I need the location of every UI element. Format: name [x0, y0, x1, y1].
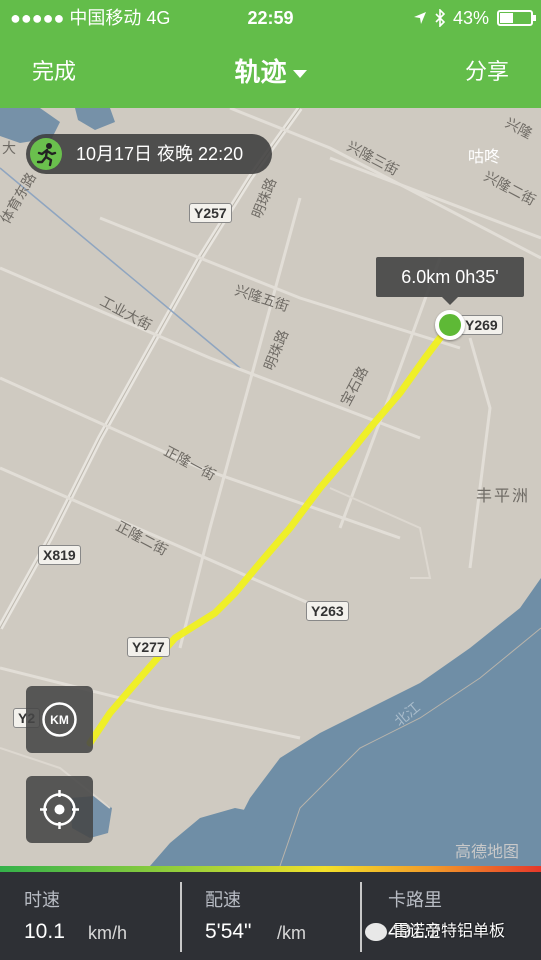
river-beijiang	[215, 578, 541, 866]
river-beijiang-2	[150, 808, 260, 866]
track-title-dropdown[interactable]: 轨迹	[0, 56, 541, 88]
share-button[interactable]: 分享	[465, 58, 509, 86]
km-marker-icon: KM	[42, 702, 77, 737]
chevron-down-icon	[292, 70, 307, 79]
end-point-marker[interactable]	[435, 310, 465, 340]
workout-date-time: 10月17日 夜晚 22:20	[76, 144, 244, 164]
road-shield-y257: Y257	[189, 203, 232, 223]
stat-pace-unit: /km	[277, 923, 306, 943]
road-gongye	[0, 266, 421, 440]
stat-calories: 卡路里 491.2	[388, 872, 538, 960]
km-button-label: KM	[50, 713, 69, 727]
km-markers-button[interactable]: KM	[26, 686, 93, 753]
stat-calories-label: 卡路里	[388, 890, 442, 910]
status-right: 43%	[413, 7, 536, 29]
map-label-fengpingzhou: 丰平洲	[476, 488, 531, 505]
map-label-da: 大	[2, 140, 16, 156]
stat-speed: 时速 10.1 km/h	[24, 872, 174, 960]
crosshair-icon	[40, 790, 79, 829]
stat-divider	[360, 882, 362, 952]
road-east	[468, 337, 492, 569]
map-view[interactable]: 大 体育东路 兴隆三街 兴隆 兴隆二街 咕咚 明珠路 兴隆五街 明珠路 工业大街…	[0, 108, 541, 866]
map-label-gudong: 咕咚	[468, 149, 501, 166]
road-shield-y269: Y269	[460, 315, 503, 335]
road-local-a	[329, 487, 432, 579]
running-icon	[30, 138, 62, 170]
stat-speed-unit: km/h	[88, 923, 128, 943]
nav-title-text: 轨迹	[234, 57, 287, 87]
road-shield-x819: X819	[38, 545, 81, 565]
bluetooth-icon	[435, 9, 445, 27]
location-arrow-icon	[413, 12, 426, 24]
locate-button[interactable]	[26, 776, 93, 843]
battery-level-fill	[500, 13, 513, 23]
stat-speed-label: 时速	[24, 890, 60, 910]
map-label-amap: 高德地图	[455, 844, 520, 861]
battery-percent: 43%	[452, 8, 489, 28]
wechat-watermark: 雷诺帝特铝单板	[365, 918, 541, 946]
battery-icon	[497, 10, 536, 26]
stat-pace: 配速 5'54" /km	[205, 872, 355, 960]
stat-pace-label: 配速	[205, 890, 241, 910]
stat-divider	[180, 882, 182, 952]
stat-speed-value: 10.1	[24, 920, 65, 943]
stat-pace-value: 5'54"	[205, 920, 252, 943]
road-bluish	[0, 167, 241, 369]
road-shield-y263: Y263	[306, 601, 349, 621]
status-bar: ●●●●● 中国移动 4G 22:59 43%	[0, 0, 541, 36]
nav-bar: 完成 轨迹 分享	[0, 40, 541, 106]
road-shield-y277: Y277	[127, 637, 170, 657]
lake-top-2	[75, 108, 115, 130]
wechat-icon	[365, 922, 387, 941]
end-point-tooltip: 6.0km 0h35'	[376, 257, 524, 305]
stats-panel: 时速 10.1 km/h 配速 5'54" /km 卡路里 491.2	[0, 872, 541, 960]
workout-date-pill: 10月17日 夜晚 22:20	[26, 134, 272, 174]
app-header: ●●●●● 中国移动 4G 22:59 43% 完成 轨迹 分享	[0, 0, 541, 108]
watermark-text: 雷诺帝特铝单板	[393, 923, 506, 940]
